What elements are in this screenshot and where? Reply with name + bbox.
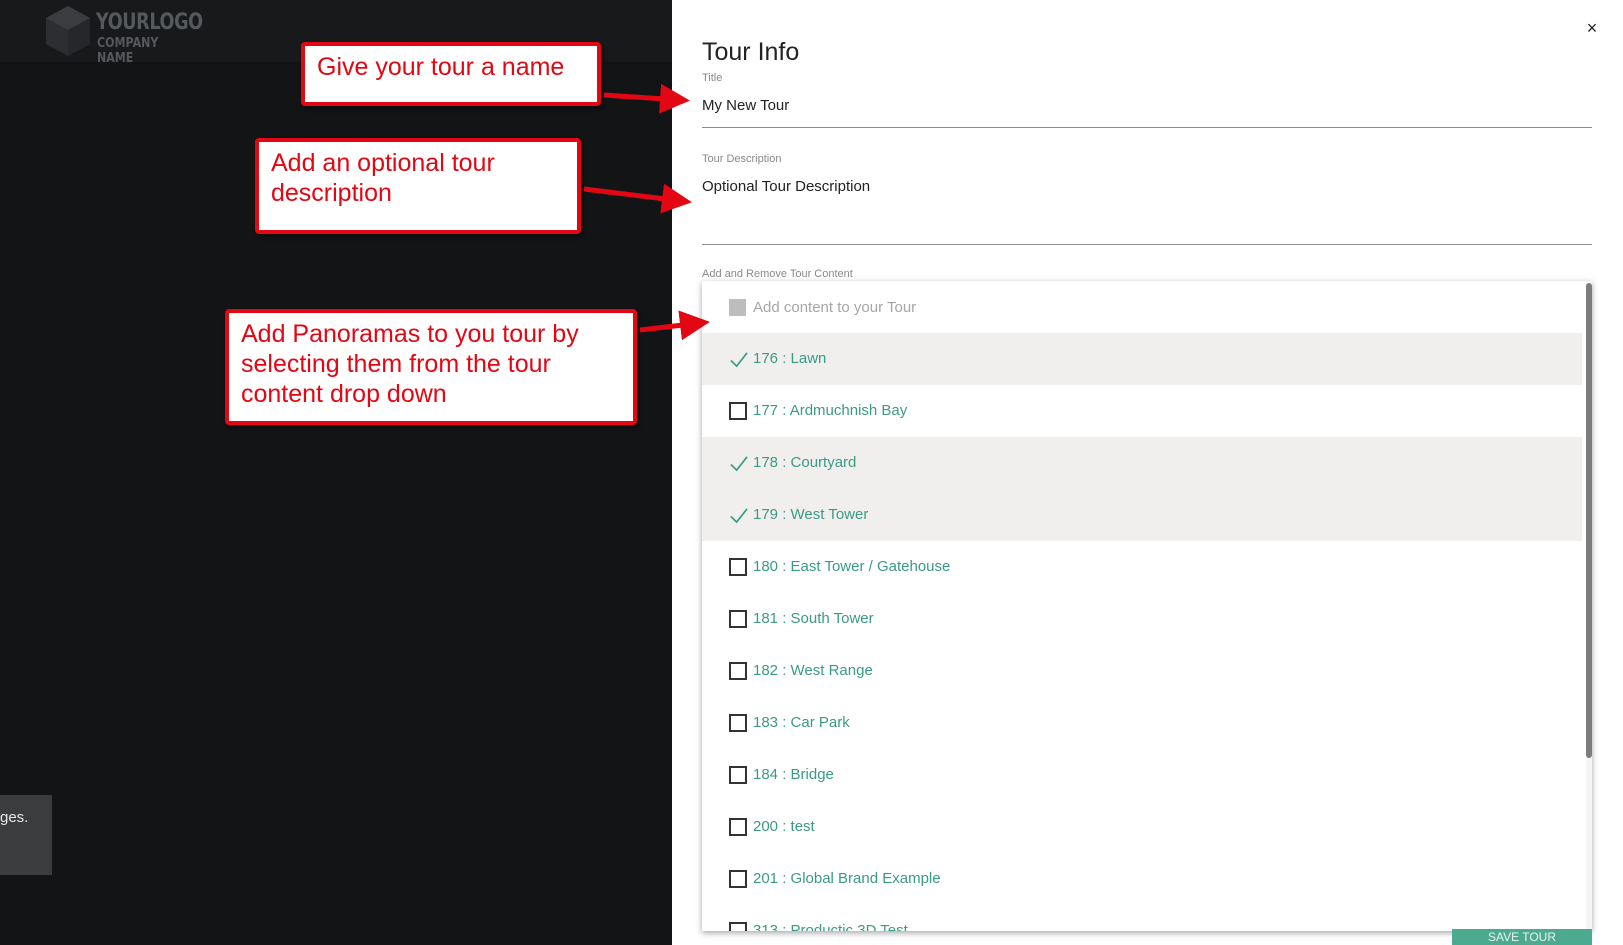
checkmark-icon[interactable] — [729, 350, 748, 369]
checkbox[interactable] — [729, 818, 747, 836]
dropdown-option-label: 181 : South Tower — [753, 610, 874, 627]
dropdown-option[interactable]: 177 : Ardmuchnish Bay — [702, 385, 1582, 437]
company-logo: YOURLOGO COMPANY NAME — [44, 4, 204, 66]
checkmark-icon[interactable] — [729, 454, 748, 473]
dropdown-option-label: 184 : Bridge — [753, 766, 834, 783]
dropdown-option-label: 177 : Ardmuchnish Bay — [753, 402, 908, 419]
panel-title: Tour Info — [702, 38, 800, 66]
checkbox[interactable] — [729, 558, 747, 576]
close-button[interactable]: × — [1582, 16, 1602, 40]
checkbox[interactable] — [729, 714, 747, 732]
dropdown-option-label: 179 : West Tower — [753, 506, 869, 523]
title-field-label: Title — [702, 72, 723, 84]
checkbox[interactable] — [729, 402, 747, 420]
callout-add-panoramas: Add Panoramas to you tour by selecting t… — [225, 309, 637, 425]
dropdown-select-all[interactable]: Add content to your Tour — [702, 281, 1592, 333]
dropdown-option[interactable]: 183 : Car Park — [702, 697, 1582, 749]
dropdown-option-label: 178 : Courtyard — [753, 454, 857, 471]
title-input-underline — [702, 127, 1592, 128]
dropdown-option[interactable]: 201 : Global Brand Example — [702, 853, 1582, 905]
dropdown-option-label: 183 : Car Park — [753, 714, 850, 731]
dropdown-option[interactable]: 179 : West Tower — [702, 489, 1582, 541]
content-field-label: Add and Remove Tour Content — [702, 268, 853, 280]
logo-cube-icon — [46, 6, 90, 56]
save-tour-button[interactable]: SAVE TOUR — [1452, 929, 1592, 945]
checkbox[interactable] — [729, 922, 747, 931]
logo-text-primary: YOURLOGO — [96, 10, 203, 35]
description-field-label: Tour Description — [702, 153, 782, 165]
checkbox[interactable] — [729, 662, 747, 680]
dropdown-scrollbar-thumb[interactable] — [1586, 283, 1592, 758]
dropdown-option[interactable]: 313 : Productic 3D Test — [702, 905, 1582, 931]
checkbox[interactable] — [729, 870, 747, 888]
checkmark-icon[interactable] — [729, 506, 748, 525]
callout-tour-name: Give your tour a name — [301, 42, 601, 106]
dropdown-option-label: 313 : Productic 3D Test — [753, 922, 908, 931]
dropdown-option[interactable]: 176 : Lawn — [702, 333, 1582, 385]
dropdown-option[interactable]: 180 : East Tower / Gatehouse — [702, 541, 1582, 593]
background-toast: ges. — [0, 795, 52, 875]
callout-tour-description: Add an optional tour description — [255, 138, 581, 234]
dropdown-option[interactable]: 178 : Courtyard — [702, 437, 1582, 489]
dropdown-option-label: 201 : Global Brand Example — [753, 870, 941, 887]
checkbox[interactable] — [729, 610, 747, 628]
title-input[interactable]: My New Tour — [702, 97, 789, 114]
dropdown-option-label: 180 : East Tower / Gatehouse — [753, 558, 951, 575]
dropdown-placeholder: Add content to your Tour — [753, 299, 917, 316]
dropdown-option[interactable]: 181 : South Tower — [702, 593, 1582, 645]
logo-text-secondary: COMPANY NAME — [97, 36, 159, 66]
select-all-checkbox[interactable] — [729, 299, 746, 316]
description-input-underline — [702, 244, 1592, 245]
toast-text: ges. — [0, 809, 29, 826]
dropdown-option-label: 182 : West Range — [753, 662, 873, 679]
description-input[interactable]: Optional Tour Description — [702, 178, 870, 195]
checkbox[interactable] — [729, 766, 747, 784]
dropdown-option[interactable]: 200 : test — [702, 801, 1582, 853]
dropdown-option[interactable]: 184 : Bridge — [702, 749, 1582, 801]
dropdown-option-label: 176 : Lawn — [753, 350, 827, 367]
tour-content-dropdown[interactable]: Add content to your Tour 176 : Lawn 177 :… — [702, 281, 1592, 931]
dropdown-option-label: 200 : test — [753, 818, 815, 835]
dropdown-option[interactable]: 182 : West Range — [702, 645, 1582, 697]
